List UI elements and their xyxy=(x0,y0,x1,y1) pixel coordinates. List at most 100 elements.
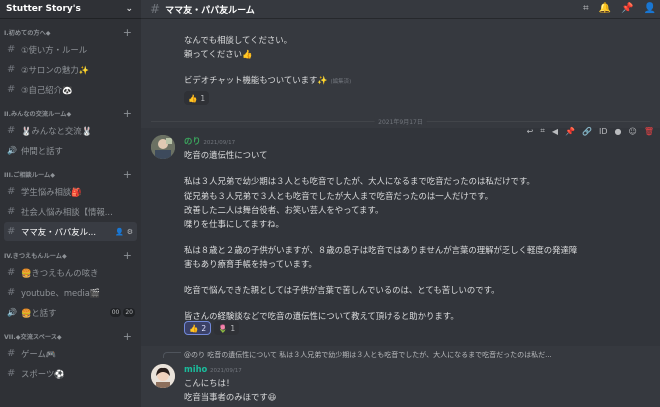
channel-header: # ママ友・パパ友ルーム ⌗ 🔔 📌 👤 xyxy=(141,0,660,19)
channel-name: ③自己紹介🐼 xyxy=(21,84,73,95)
reaction-tulip[interactable]: 🌷 1 xyxy=(214,321,240,335)
channel-name: 🐰みんなと交流🐰 xyxy=(21,125,93,136)
date-divider-label: 2021年9月17日 xyxy=(374,117,427,126)
hash-icon: # xyxy=(150,2,161,16)
channel-item[interactable]: # 🍔きつえもんの呟き xyxy=(4,263,137,282)
voice-count: 00 xyxy=(109,308,122,317)
category-2[interactable]: II.みんなの交流ルーム◆ + xyxy=(0,100,141,121)
category-7[interactable]: VII.◆交流スペース◆ + xyxy=(0,323,141,344)
category-1[interactable]: I.初めての方へ◆ + xyxy=(0,19,141,40)
message-text: こんにちは！ xyxy=(184,378,235,388)
add-channel-icon[interactable]: + xyxy=(123,108,132,119)
edited-label: (編集済) xyxy=(330,79,352,85)
add-member-icon[interactable]: 👤 xyxy=(115,228,124,236)
speaker-icon: 🔊 xyxy=(7,146,17,155)
timestamp: 2021/09/17 xyxy=(210,368,242,374)
date-divider: 2021年9月17日 xyxy=(151,117,650,126)
channel-sidebar: Stutter Story's ⌄ I.初めての方へ◆ + # ①使い方・ルール … xyxy=(0,0,141,407)
channel-item[interactable]: # スポーツ⚽ xyxy=(4,364,137,383)
hash-icon: # xyxy=(7,64,16,75)
id-icon[interactable]: ID xyxy=(599,127,608,136)
channel-item[interactable]: # 🐰みんなと交流🐰 xyxy=(4,121,137,140)
server-header[interactable]: Stutter Story's ⌄ xyxy=(0,0,141,19)
pin-icon[interactable]: 📌 xyxy=(565,127,575,136)
channel-item[interactable]: # ①使い方・ルール xyxy=(4,40,137,59)
channel-name: 学生悩み相談🎒 xyxy=(21,186,82,197)
hash-icon: # xyxy=(7,125,16,136)
message-text-content: ビデオチャット機能もついています✨ xyxy=(184,75,328,85)
hash-icon: # xyxy=(7,348,16,359)
link-icon[interactable]: 🔗 xyxy=(582,127,592,136)
voice-limit: 20 xyxy=(123,308,135,317)
add-channel-icon[interactable]: + xyxy=(123,331,132,342)
category-label: VII.◆交流スペース◆ xyxy=(4,334,62,341)
add-channel-icon[interactable]: + xyxy=(123,27,132,38)
channel-item-active[interactable]: # ママ友・パパ友ル... 👤 ⚙ xyxy=(4,222,137,241)
reaction-count: 1 xyxy=(230,323,236,333)
trash-icon[interactable]: 🗑 xyxy=(644,127,654,136)
gear-icon[interactable]: ⚙ xyxy=(127,228,133,236)
channel-item[interactable]: # 学生悩み相談🎒 xyxy=(4,182,137,201)
add-channel-icon[interactable]: + xyxy=(123,250,132,261)
avatar[interactable] xyxy=(151,135,175,159)
username[interactable]: miho xyxy=(184,364,207,374)
message-text: 吃音で悩んできた親としては子供が言葉で苦しんでいるのは、とても苦しいのです。 xyxy=(184,285,500,295)
hash-icon: # xyxy=(7,186,16,197)
message-text: 吃音の遺伝性について xyxy=(184,150,268,160)
emoji-icon[interactable]: ☺ xyxy=(629,127,637,136)
reaction-thumbs-up[interactable]: 👍 2 xyxy=(184,321,212,335)
add-channel-icon[interactable]: + xyxy=(123,169,132,180)
message-text: 私は８歳と２歳の子供がいますが、８歳の息子は吃音ではありませんが言葉の理解が乏し… xyxy=(184,245,578,255)
hash-icon: # xyxy=(7,287,16,298)
bell-icon[interactable]: 🔔 xyxy=(599,3,611,14)
hash-icon: # xyxy=(7,226,16,237)
chevron-down-icon[interactable]: ⌄ xyxy=(125,4,133,14)
message-header: のり 2021/09/17 xyxy=(184,135,235,147)
avatar-image xyxy=(151,364,175,388)
category-4[interactable]: IV.きつえもんルーム◆ + xyxy=(0,242,141,263)
category-label: II.みんなの交流ルーム◆ xyxy=(4,111,72,118)
hash-icon: # xyxy=(7,44,16,55)
reply-icon[interactable]: ↩ xyxy=(527,127,534,136)
message-text: 害もあり療育手帳を持っています。 xyxy=(184,259,317,269)
voice-channel-item[interactable]: 🔊 🍔と話す 00 20 xyxy=(4,303,137,322)
channel-item[interactable]: # ゲーム🎮 xyxy=(4,344,137,363)
timestamp: 2021/09/17 xyxy=(203,140,236,146)
mark-unread-icon[interactable]: ◀ xyxy=(552,127,558,136)
reply-connector xyxy=(163,352,181,358)
reaction-thumbs-up[interactable]: 👍 1 xyxy=(184,91,210,105)
threads-icon[interactable]: ⌗ xyxy=(583,3,589,14)
channel-item[interactable]: # ②サロンの魅力✨ xyxy=(4,60,137,79)
channel-name: ②サロンの魅力✨ xyxy=(21,64,90,75)
reaction-count: 1 xyxy=(200,93,206,103)
reaction-count: 2 xyxy=(201,323,207,333)
channel-name: スポーツ⚽ xyxy=(21,368,65,379)
voice-channel-item[interactable]: 🔊 仲間と話す xyxy=(4,141,137,160)
channel-item[interactable]: # youtube、media🎬 xyxy=(4,283,137,302)
channel-item[interactable]: # 社会人悩み相談【情報... xyxy=(4,202,137,221)
message-text: 私は３人兄弟で幼少期は３人とも吃音でしたが、大人になるまで吃音だったのは私だけで… xyxy=(184,176,535,186)
channel-item[interactable]: # ③自己紹介🐼 xyxy=(4,80,137,99)
category-label: III.ご相談ルーム◆ xyxy=(4,172,55,179)
reply-preview[interactable]: @のり 吃音の遺伝性について 私は３人兄弟で幼少期は３人とも吃音でしたが、大人に… xyxy=(184,350,552,360)
hash-icon: # xyxy=(7,84,16,95)
avatar[interactable] xyxy=(151,364,175,388)
reaction-emoji: 👍 xyxy=(188,93,198,103)
message-text: なんでも相談してください。 xyxy=(184,35,292,45)
pin-icon[interactable]: 📌 xyxy=(621,3,633,14)
category-label: IV.きつえもんルーム◆ xyxy=(4,253,67,260)
channel-name: ママ友・パパ友ル... xyxy=(21,226,96,237)
member-list-icon[interactable]: 👤 xyxy=(644,3,656,14)
channel-name: 仲間と話す xyxy=(21,145,63,156)
avatar-image xyxy=(151,135,175,159)
message-actions: ↩ ⌗ ◀ 📌 🔗 ID ● ☺ 🗑 xyxy=(527,126,654,136)
more-icon[interactable]: ● xyxy=(615,127,622,136)
reaction-emoji: 🌷 xyxy=(218,323,228,333)
message-text: 喋りを仕事にしてますね。 xyxy=(184,219,284,229)
message-list[interactable]: なんでも相談してください。 頼ってください👍 ビデオチャット機能もついています✨… xyxy=(141,20,660,407)
thread-icon[interactable]: ⌗ xyxy=(540,126,545,136)
category-3[interactable]: III.ご相談ルーム◆ + xyxy=(0,161,141,182)
hash-icon: # xyxy=(7,368,16,379)
message-text: 従兄弟も３人兄弟で３人とも吃音でしたが大人まで吃音だったのは一人だけです。 xyxy=(184,191,494,201)
username[interactable]: のり xyxy=(184,136,201,146)
